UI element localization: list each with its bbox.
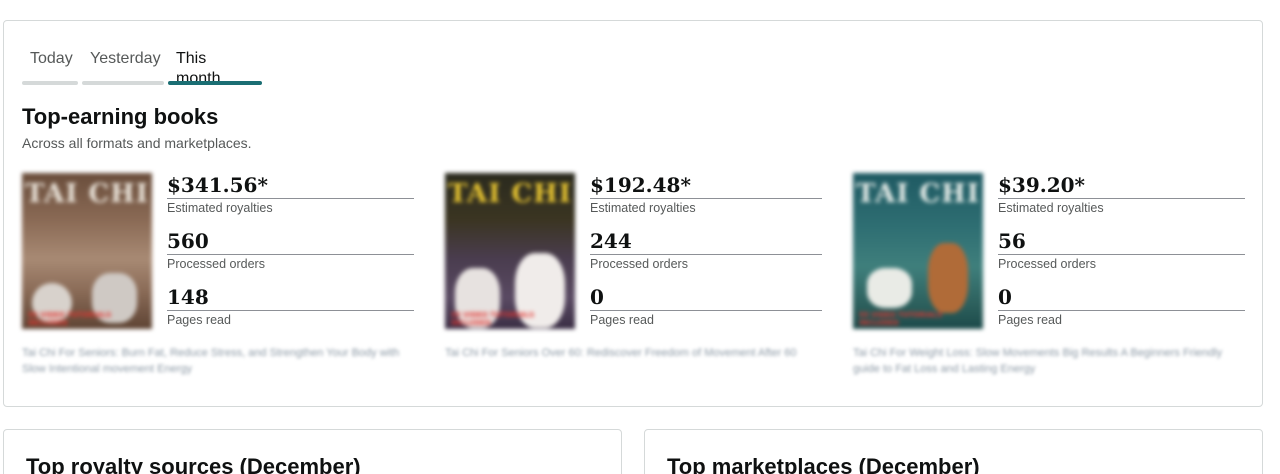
royalties-label: Estimated royalties [998,201,1104,215]
cover-title: TAI CHI [25,179,149,209]
royalties-label: Estimated royalties [167,201,273,215]
orders-stat: 560 Processed orders [167,229,414,285]
book-title-link[interactable]: Tai Chi For Weight Loss: Slow Movements … [853,345,1233,377]
book-stats: $341.56* Estimated royalties 560 Process… [167,173,414,341]
divider [590,254,822,255]
orders-label: Processed orders [590,257,688,271]
cover-tag: 55 VIDEO TUTORIALS INCLUDED [28,311,112,327]
pages-value: 0 [998,285,1012,309]
divider [998,198,1245,199]
tab-this-month[interactable]: This month [168,49,262,87]
tab-today-indicator [22,81,78,85]
book-stats: $39.20* Estimated royalties 56 Processed… [998,173,1245,341]
pages-label: Pages read [167,313,231,327]
royalties-stat: $39.20* Estimated royalties [998,173,1245,229]
orders-label: Processed orders [998,257,1096,271]
royalties-stat: $341.56* Estimated royalties [167,173,414,229]
section-title: Top-earning books [22,104,219,129]
orders-value: 560 [167,229,209,253]
top-marketplaces-card: Top marketplaces (December) [644,429,1263,474]
book-title-link[interactable]: Tai Chi For Seniors Over 60: Rediscover … [445,345,815,361]
book-cover[interactable]: TAI CHI 55 VIDEO TUTORIALS INCLUDED [22,173,152,329]
tab-yesterday-label: Yesterday [90,50,161,67]
book-cover[interactable]: TAI CHI 55 VIDEO TUTORIALS INCLUDED [853,173,983,329]
royalties-value: $341.56* [167,173,268,197]
top-earning-books-card: Today Yesterday This month Top-earning b… [3,20,1263,407]
divider [998,310,1245,311]
royalties-label: Estimated royalties [590,201,696,215]
tab-today-label: Today [30,50,73,67]
pages-stat: 0 Pages read [998,285,1245,341]
cover-title: TAI CHI [856,179,980,209]
pages-label: Pages read [590,313,654,327]
pages-value: 148 [167,285,209,309]
time-range-tabs: Today Yesterday This month [22,49,262,87]
royalties-value: $39.20* [998,173,1086,197]
divider [167,254,414,255]
tab-yesterday[interactable]: Yesterday [82,49,164,85]
tab-this-month-indicator [168,81,262,85]
royalties-value: $192.48* [590,173,691,197]
cover-title: TAI CHI [448,179,572,209]
marketplaces-title: Top marketplaces (December) [667,454,980,474]
royalty-sources-title: Top royalty sources (December) [26,454,361,474]
divider [167,310,414,311]
book-cover[interactable]: TAI CHI 55 VIDEO TUTORIALS INCLUDED [445,173,575,329]
pages-value: 0 [590,285,604,309]
pages-stat: 148 Pages read [167,285,414,341]
orders-stat: 56 Processed orders [998,229,1245,285]
orders-value: 244 [590,229,632,253]
book-title-link[interactable]: Tai Chi For Seniors: Burn Fat, Reduce St… [22,345,422,377]
pages-label: Pages read [998,313,1062,327]
royalties-stat: $192.48* Estimated royalties [590,173,822,229]
tab-yesterday-indicator [82,81,164,85]
divider [998,254,1245,255]
orders-label: Processed orders [167,257,265,271]
pages-stat: 0 Pages read [590,285,822,341]
top-royalty-sources-card: Top royalty sources (December) [3,429,622,474]
divider [590,310,822,311]
cover-tag: 55 VIDEO TUTORIALS INCLUDED [859,311,943,327]
divider [590,198,822,199]
cover-tag: 55 VIDEO TUTORIALS INCLUDED [451,311,535,327]
divider [167,198,414,199]
section-subtitle: Across all formats and marketplaces. [22,135,252,151]
tab-today[interactable]: Today [22,49,78,85]
orders-value: 56 [998,229,1026,253]
book-stats: $192.48* Estimated royalties 244 Process… [590,173,822,341]
orders-stat: 244 Processed orders [590,229,822,285]
